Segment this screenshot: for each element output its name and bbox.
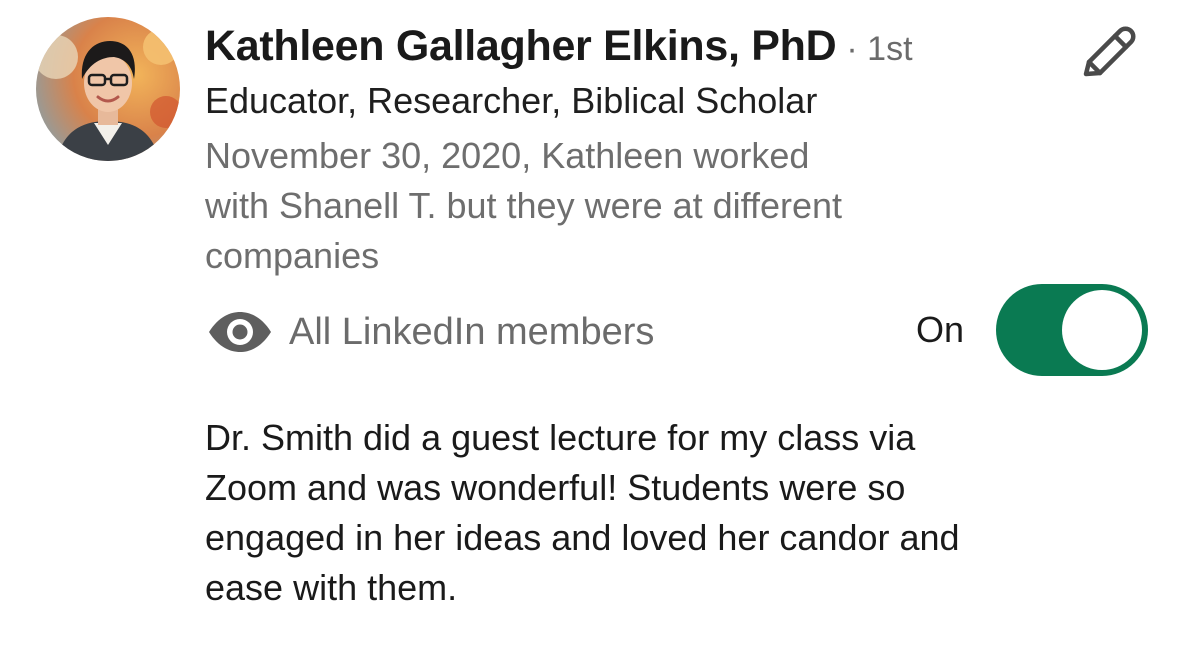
recommendation-line: ease with them. [205,567,458,608]
recommendation-line: Zoom and was wonderful! Students were so [205,467,906,508]
pencil-icon [1083,26,1136,77]
recommendation-line: engaged in her ideas and loved her cando… [205,517,960,558]
relationship-line: companies [205,235,380,276]
author-headline: Educator, Researcher, Biblical Scholar [205,80,818,121]
recommendation-card: Kathleen Gallagher Elkins, PhD · 1st Edu… [0,0,1179,645]
relationship-line: November 30, 2020, Kathleen worked [205,135,810,176]
toggle-state-label: On [916,309,965,350]
avatar[interactable] [36,17,180,161]
connection-degree: · 1st [846,30,913,68]
visibility-setting: All LinkedIn members [207,304,654,360]
toggle-knob [1062,290,1142,370]
visibility-toggle[interactable] [996,284,1148,376]
author-name[interactable]: Kathleen Gallagher Elkins, PhD [205,22,837,71]
recommendation-text: Dr. Smith did a guest lecture for my cla… [205,413,1145,613]
avatar-photo [36,17,180,161]
author-name-row: Kathleen Gallagher Elkins, PhD · 1st [205,22,913,78]
edit-button[interactable] [1068,16,1144,92]
recommendation-line: Dr. Smith did a guest lecture for my cla… [205,417,916,458]
eye-icon [209,312,271,352]
visibility-label: All LinkedIn members [289,310,655,353]
relationship-text: November 30, 2020, Kathleen worked with … [205,131,1005,281]
relationship-line: with Shanell T. but they were at differe… [205,185,843,226]
